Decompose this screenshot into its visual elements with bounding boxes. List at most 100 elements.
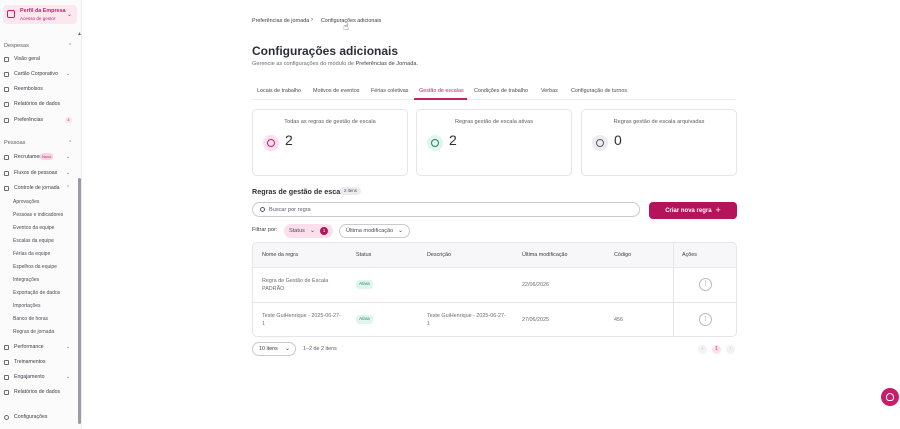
sidebar-subitem[interactable]: Banco de horas <box>13 316 48 322</box>
headset-icon <box>886 393 894 401</box>
section-title: Regras de gestão de escala <box>252 187 347 196</box>
sidebar-item-visao-geral[interactable]: Visão geral <box>4 56 74 65</box>
card-value: 2 <box>285 132 293 148</box>
help-chat-button[interactable] <box>881 388 899 406</box>
clock-icon <box>263 135 279 151</box>
tab-gestao-escalas[interactable]: Gestão de escalas <box>419 88 464 94</box>
chevron-down-icon: ⌄ <box>310 228 316 234</box>
heart-icon <box>4 375 9 380</box>
clock-icon <box>427 135 443 151</box>
section-label: Despesas <box>4 43 29 49</box>
sidebar-subitem[interactable]: Exportação de dados <box>13 290 60 296</box>
create-rule-button[interactable]: Criar nova regra + <box>649 202 737 219</box>
sidebar: Perfil da Empresa Acesso de gestor ⌄ ▲ D… <box>0 0 82 429</box>
rule-code: 456 <box>614 317 623 323</box>
column-header[interactable]: Última modificação <box>522 252 568 258</box>
sidebar-item-label: Treinamentos <box>14 359 46 365</box>
tab-turnos[interactable]: Configuração de turnos <box>571 88 627 94</box>
card-label: Regras gestão de escala arquivadas <box>613 119 705 125</box>
dashboard-icon <box>4 57 9 62</box>
sidebar-subitem[interactable]: Eventos da equipe <box>13 225 54 231</box>
pagination-range: 1–2 de 2 itens <box>303 346 337 352</box>
section-label: Pessoas <box>4 140 26 146</box>
sidebar-item-treinamentos[interactable]: Treinamentos <box>4 359 74 368</box>
sidebar-item-label: Engajamento <box>14 374 45 380</box>
tab-ferias[interactable]: Férias coletivas <box>371 88 408 94</box>
sidebar-item-label: Relatórios de dados <box>14 389 61 395</box>
sidebar-subitem[interactable]: Regras de jornada <box>13 329 54 335</box>
page-subtitle: Gerencie as configurações do módulo de P… <box>252 61 418 67</box>
subtitle-text: Gerencie as configurações do módulo de <box>252 61 356 67</box>
more-options-icon[interactable]: ⋮ <box>699 313 712 326</box>
more-options-icon[interactable]: ⋮ <box>699 278 712 291</box>
chevron-up-icon: ⌃ <box>68 43 73 49</box>
tab-locais[interactable]: Locais de trabalho <box>257 88 301 94</box>
items-per-page-select[interactable]: 10 itens ⌄ <box>252 342 296 356</box>
sidebar-item-cartao[interactable]: Cartão Corporativo ⌄ <box>4 71 74 80</box>
previous-page-icon[interactable]: ‹ <box>698 345 707 354</box>
sidebar-item-engajamento[interactable]: Engajamento ⌄ <box>4 374 74 383</box>
clock-icon <box>592 135 608 151</box>
chevron-up-icon: ⌃ <box>66 185 71 191</box>
sidebar-item-reembolsos[interactable]: Reembolsos <box>4 86 74 95</box>
next-page-icon[interactable]: › <box>726 345 735 354</box>
sidebar-subitem[interactable]: Espelhos da equipe <box>13 264 57 270</box>
sidebar-item-configuracoes[interactable]: Configurações <box>4 414 74 423</box>
column-header[interactable]: Descrição <box>427 252 451 258</box>
table-row[interactable]: Regra de Gestão de Escala PADRÃO Ativa 2… <box>253 268 736 303</box>
sidebar-subitem[interactable]: Importações <box>13 303 41 309</box>
sidebar-item-label: Configurações <box>14 414 48 420</box>
filter-count-badge: 1 <box>320 227 328 235</box>
company-switcher[interactable]: Perfil da Empresa Acesso de gestor ⌄ <box>3 5 77 24</box>
status-badge: Ativa <box>356 280 373 289</box>
breadcrumb-link[interactable]: Preferências de jornada <box>252 18 309 24</box>
search-box[interactable] <box>252 202 640 217</box>
column-header[interactable]: Código <box>614 252 631 258</box>
per-page-value: 10 itens <box>259 346 278 352</box>
report-icon <box>4 390 9 395</box>
page-number[interactable]: 1 <box>712 345 721 354</box>
sidebar-section-despesas[interactable]: Despesas ⌃ <box>4 43 72 49</box>
sidebar-section-pessoas[interactable]: Pessoas ⌃ <box>4 140 72 146</box>
rule-name: Regra de Gestão de Escala PADRÃO <box>262 278 329 292</box>
sidebar-subitem[interactable]: Aprovações <box>13 199 39 205</box>
status-filter[interactable]: Status ⌄ 1 <box>284 224 333 238</box>
chevron-down-icon: ⌄ <box>66 374 71 380</box>
flow-icon <box>4 171 9 176</box>
active-tab-indicator <box>414 98 467 100</box>
scroll-up-icon[interactable]: ▲ <box>77 31 82 37</box>
sidebar-subitem[interactable]: Férias da equipe <box>13 251 50 257</box>
column-header[interactable]: Nome da regra <box>262 252 298 258</box>
sidebar-item-label: Reembolsos <box>14 86 43 92</box>
table-header: Nome da regra Status Descrição Última mo… <box>253 243 736 268</box>
sidebar-item-preferencias[interactable]: Preferências 4 <box>4 117 74 126</box>
sidebar-scrollbar[interactable] <box>78 178 81 424</box>
table-row[interactable]: Teste GuiHenrique - 2025-06-27-1 Ativa T… <box>253 303 736 336</box>
modified-filter[interactable]: Última modificação ⌄ <box>339 224 410 238</box>
tab-verbas[interactable]: Verbas <box>541 88 558 94</box>
sidebar-subitem[interactable]: Pessoas e indicadores <box>13 212 63 218</box>
status-badge: Ativa <box>356 315 373 324</box>
rule-modified: 27/06/2025 <box>522 317 549 323</box>
chevron-down-icon: ⌄ <box>285 346 291 352</box>
sidebar-subitem[interactable]: Escalas da equipe <box>13 238 54 244</box>
search-input[interactable] <box>269 205 629 215</box>
sidebar-item-relatorios[interactable]: Relatórios de dados <box>4 101 74 110</box>
column-divider <box>673 268 674 303</box>
card-label: Todas as regras de gestão de escala <box>284 119 376 125</box>
sidebar-item-fluxos[interactable]: Fluxos de pessoas ⌄ <box>4 170 74 179</box>
chevron-down-icon: ⌄ <box>66 12 72 18</box>
tab-motivos[interactable]: Motivos de eventos <box>313 88 359 94</box>
graduation-icon <box>4 360 9 365</box>
sidebar-item-controle-jornada[interactable]: Controle de jornada ⌃ <box>4 185 74 194</box>
sidebar-item-performance[interactable]: Performance ⌄ <box>4 344 74 353</box>
sidebar-item-relatorios-pessoas[interactable]: Relatórios de dados <box>4 389 74 398</box>
company-role: Acesso de gestor <box>20 16 56 21</box>
chevron-down-icon: ⌄ <box>66 344 71 350</box>
company-name: Perfil da Empresa <box>20 8 66 14</box>
tab-condicoes[interactable]: Condições de trabalho <box>474 88 528 94</box>
sidebar-subitem[interactable]: Integrações <box>13 277 39 283</box>
search-icon <box>260 207 265 212</box>
column-header[interactable]: Status <box>356 252 371 258</box>
sidebar-item-recrutamento[interactable]: Recrutamento Novo ⌄ <box>4 153 74 163</box>
